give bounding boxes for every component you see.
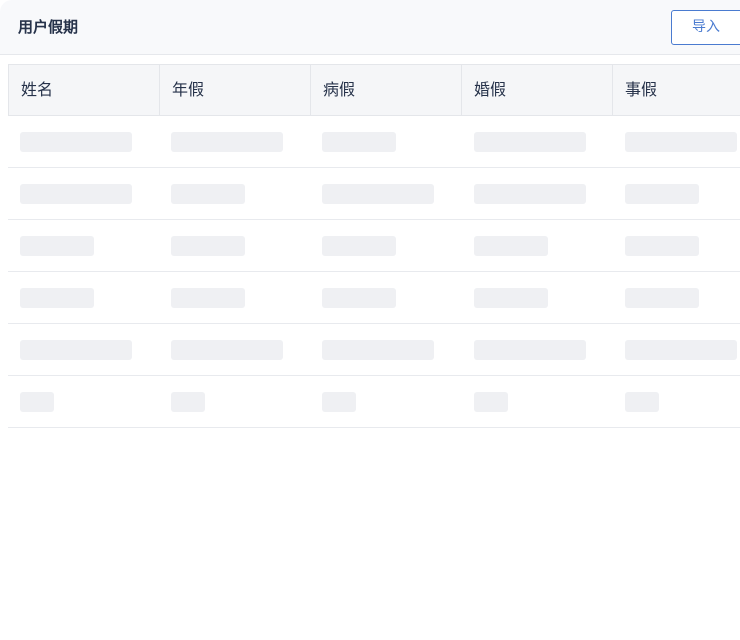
skeleton-cell <box>474 236 548 256</box>
table-row-skeleton <box>8 168 740 220</box>
skeleton-cell <box>474 392 508 412</box>
skeleton-cell <box>322 132 396 152</box>
column-header-personal-leave[interactable]: 事假 <box>613 65 740 115</box>
table-header: 姓名 年假 病假 婚假 事假 <box>8 64 740 116</box>
skeleton-cell <box>625 392 659 412</box>
column-header-name[interactable]: 姓名 <box>9 65 160 115</box>
skeleton-cell <box>322 288 396 308</box>
skeleton-cell <box>171 184 245 204</box>
skeleton-cell <box>474 340 586 360</box>
skeleton-cell <box>171 132 283 152</box>
skeleton-cell <box>322 340 434 360</box>
table-row-skeleton <box>8 116 740 168</box>
skeleton-cell <box>474 184 586 204</box>
skeleton-cell <box>171 288 245 308</box>
skeleton-cell <box>322 184 434 204</box>
skeleton-cell <box>20 392 54 412</box>
table-row-skeleton <box>8 324 740 376</box>
column-header-annual-leave[interactable]: 年假 <box>160 65 311 115</box>
column-header-marriage-leave[interactable]: 婚假 <box>462 65 613 115</box>
table-body <box>8 116 740 428</box>
skeleton-cell <box>322 236 396 256</box>
skeleton-cell <box>20 132 132 152</box>
skeleton-cell <box>625 288 699 308</box>
skeleton-cell <box>171 392 205 412</box>
skeleton-cell <box>20 184 132 204</box>
column-header-sick-leave[interactable]: 病假 <box>311 65 462 115</box>
skeleton-cell <box>625 340 737 360</box>
skeleton-cell <box>625 184 699 204</box>
import-button[interactable]: 导入 <box>671 10 740 45</box>
skeleton-cell <box>322 392 356 412</box>
skeleton-cell <box>20 340 132 360</box>
table-row-skeleton <box>8 376 740 428</box>
user-leave-page: 用户假期 导入 姓名 年假 病假 婚假 事假 <box>0 0 740 640</box>
skeleton-cell <box>20 288 94 308</box>
table-row-skeleton <box>8 220 740 272</box>
skeleton-cell <box>625 132 737 152</box>
skeleton-cell <box>625 236 699 256</box>
page-title: 用户假期 <box>18 18 79 36</box>
skeleton-cell <box>171 236 245 256</box>
page-header: 用户假期 导入 <box>0 0 740 55</box>
skeleton-cell <box>474 132 586 152</box>
skeleton-cell <box>474 288 548 308</box>
leave-table: 姓名 年假 病假 婚假 事假 <box>8 64 740 428</box>
table-row-skeleton <box>8 272 740 324</box>
skeleton-cell <box>20 236 94 256</box>
skeleton-cell <box>171 340 283 360</box>
